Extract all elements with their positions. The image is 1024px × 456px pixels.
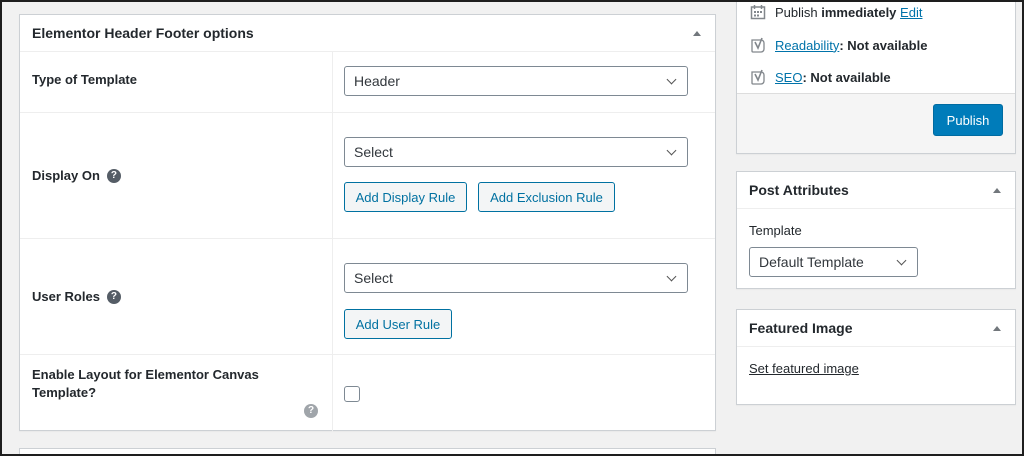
set-featured-image-link[interactable]: Set featured image <box>749 361 859 376</box>
row-display-on: Display On ? Select Add Display Rule Add… <box>20 113 715 239</box>
featured-box-header[interactable]: Featured Image <box>737 310 1015 347</box>
publish-box: Publish immediately Edit Readability: No… <box>736 0 1016 154</box>
display-on-select-value: Select <box>354 144 393 160</box>
publish-button[interactable]: Publish <box>933 104 1003 136</box>
row-user-roles: User Roles ? Select Add User Rule <box>20 239 715 355</box>
seo-status: : Not available <box>802 69 891 85</box>
publish-schedule: Publish immediately Edit <box>749 3 922 21</box>
row-canvas-layout: Enable Layout for Elementor Canvas Templ… <box>20 355 715 432</box>
canvas-layout-field <box>333 355 715 432</box>
chevron-down-icon <box>666 145 677 156</box>
add-display-rule-button[interactable]: Add Display Rule <box>344 182 467 212</box>
readability-status: : Not available <box>839 37 928 53</box>
calendar-icon <box>749 3 767 21</box>
template-type-label: Type of Template <box>20 52 333 112</box>
collapse-arrow-icon[interactable] <box>693 30 701 36</box>
options-table: Type of Template Header Display On ? Sel… <box>20 52 715 432</box>
help-icon[interactable]: ? <box>106 168 121 183</box>
chevron-down-icon <box>666 74 677 85</box>
readability-line: Readability: Not available <box>749 36 927 54</box>
yoast-icon <box>749 36 767 54</box>
canvas-layout-checkbox[interactable] <box>344 386 360 402</box>
display-on-label: Display On ? <box>20 113 333 238</box>
user-roles-select[interactable]: Select <box>344 263 688 293</box>
help-icon[interactable]: ? <box>106 289 121 304</box>
page-template-value: Default Template <box>759 254 864 270</box>
collapse-arrow-icon[interactable] <box>993 187 1001 193</box>
post-attributes-box: Post Attributes Template Default Templat… <box>736 171 1016 289</box>
user-roles-select-value: Select <box>354 270 393 286</box>
publish-actions: Publish <box>737 93 1015 153</box>
page-template-select[interactable]: Default Template <box>749 247 918 277</box>
template-type-field: Header <box>333 52 715 112</box>
user-roles-field: Select Add User Rule <box>333 239 715 354</box>
readability-link[interactable]: Readability <box>775 38 839 53</box>
seo-link[interactable]: SEO <box>775 70 802 85</box>
row-template-type: Type of Template Header <box>20 52 715 113</box>
elementor-options-box: Elementor Header Footer options Type of … <box>19 14 716 432</box>
template-type-select[interactable]: Header <box>344 66 688 96</box>
add-exclusion-rule-button[interactable]: Add Exclusion Rule <box>478 182 615 212</box>
seo-line: SEO: Not available <box>749 68 891 86</box>
publish-label: Publish <box>775 4 818 20</box>
options-box-header[interactable]: Elementor Header Footer options <box>20 15 715 52</box>
options-box-title: Elementor Header Footer options <box>32 25 254 41</box>
edit-schedule-link[interactable]: Edit <box>900 5 922 20</box>
help-icon[interactable]: ? <box>304 404 318 418</box>
template-type-select-value: Header <box>354 73 400 89</box>
attributes-box-header[interactable]: Post Attributes <box>737 172 1015 209</box>
user-roles-label: User Roles ? <box>20 239 333 354</box>
attributes-box-title: Post Attributes <box>749 182 849 198</box>
yoast-icon <box>749 68 767 86</box>
featured-box-title: Featured Image <box>749 320 853 336</box>
template-label: Template <box>749 223 802 238</box>
featured-image-box: Featured Image Set featured image <box>736 309 1016 405</box>
user-roles-label-text: User Roles <box>32 289 100 304</box>
display-on-select[interactable]: Select <box>344 137 688 167</box>
display-on-field: Select Add Display Rule Add Exclusion Ru… <box>333 113 715 238</box>
template-type-label-text: Type of Template <box>32 72 137 87</box>
chevron-down-icon <box>666 271 677 282</box>
add-user-rule-button[interactable]: Add User Rule <box>344 309 452 339</box>
chevron-down-icon <box>896 255 907 266</box>
canvas-layout-label: Enable Layout for Elementor Canvas Templ… <box>20 355 333 432</box>
collapse-arrow-icon[interactable] <box>993 325 1001 331</box>
canvas-layout-label-text: Enable Layout for Elementor Canvas Templ… <box>32 367 259 400</box>
next-metabox-edge <box>19 448 716 456</box>
display-on-label-text: Display On <box>32 168 100 183</box>
publish-when: immediately <box>821 4 897 20</box>
